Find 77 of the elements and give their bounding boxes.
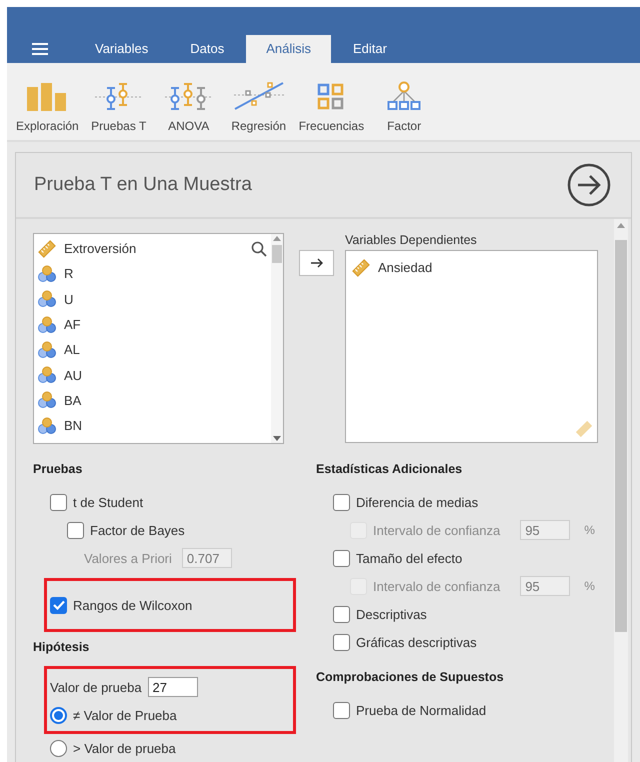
checkbox-label: Descriptivas — [356, 606, 427, 622]
checkbox-label: Diferencia de medias — [356, 494, 478, 510]
nominal-variable-icon — [38, 316, 56, 334]
variable-item[interactable]: AL — [64, 342, 80, 358]
menu-tab[interactable]: Datos — [170, 34, 244, 63]
scrollbar[interactable] — [271, 234, 283, 443]
section-heading: Comprobaciones de Supuestos — [316, 670, 505, 686]
checkbox[interactable] — [50, 596, 67, 614]
checkbox-label: Intervalo de confianza — [373, 578, 500, 594]
checkbox-label: Rangos de Wilcoxon — [73, 598, 192, 612]
checkbox-label: Intervalo de confianza — [373, 522, 500, 538]
checkbox-label: Gráficas descriptivas — [356, 634, 477, 650]
checkbox-label: Tamaño del efecto — [356, 550, 462, 566]
dependent-variables-list[interactable]: Ansiedad — [345, 250, 598, 443]
scatter-line-icon — [234, 80, 284, 111]
nominal-variable-icon — [38, 366, 56, 384]
variable-item[interactable]: AF — [64, 317, 81, 332]
input-field[interactable]: 27 — [148, 677, 198, 697]
nominal-variable-icon — [38, 264, 56, 283]
scroll-up-icon[interactable] — [273, 236, 281, 241]
section-heading: Estadísticas Adicionales — [316, 462, 464, 478]
variable-item[interactable]: Extroversión — [64, 241, 136, 256]
search-icon[interactable] — [251, 240, 267, 257]
nominal-variable-icon — [38, 391, 56, 410]
radio-label: > Valor de prueba — [73, 740, 176, 756]
unit-label: % — [584, 523, 595, 537]
variable-item[interactable]: U — [64, 292, 74, 307]
checkbox[interactable] — [333, 550, 350, 566]
variable-item[interactable]: R — [64, 266, 74, 282]
scroll-down-icon[interactable] — [273, 436, 281, 441]
toolbar-button[interactable]: Regresión — [224, 70, 294, 133]
radio-label: ≠ Valor de Prueba — [73, 708, 177, 722]
move-right-button[interactable] — [299, 250, 334, 276]
error-bar-icon — [164, 82, 213, 111]
grid-icon — [316, 82, 346, 111]
variable-item[interactable]: AU — [64, 368, 82, 383]
variable-item[interactable]: Ansiedad — [378, 260, 432, 276]
checkbox[interactable] — [333, 702, 350, 718]
scrollbar-thumb[interactable] — [272, 245, 282, 263]
bar-chart-icon — [26, 80, 68, 111]
scroll-up-icon[interactable] — [617, 223, 625, 228]
toolbar-button[interactable]: Pruebas T — [84, 70, 154, 133]
variable-item[interactable]: BA — [64, 392, 82, 408]
checkbox[interactable] — [333, 606, 350, 622]
radio-button[interactable] — [50, 740, 67, 756]
radio-button[interactable] — [50, 706, 67, 724]
arrow-circle-icon[interactable] — [567, 163, 611, 207]
menu-tab[interactable]: Variables — [75, 34, 168, 63]
scrollbar[interactable] — [614, 219, 628, 762]
arrow-right-icon — [310, 258, 322, 268]
checkbox[interactable] — [333, 634, 350, 650]
checkbox[interactable] — [67, 522, 84, 538]
checkbox[interactable] — [333, 494, 350, 510]
section-heading: Hipótesis — [33, 640, 90, 656]
checkbox-label: Prueba de Normalidad — [356, 702, 486, 718]
unit-label: % — [584, 579, 595, 593]
variable-item[interactable]: BN — [64, 418, 82, 434]
hierarchy-icon — [387, 80, 422, 111]
toolbar-button[interactable]: Factor — [369, 70, 440, 133]
nominal-variable-icon — [38, 416, 56, 435]
scrollbar-thumb[interactable] — [615, 240, 627, 632]
error-bar-icon — [94, 82, 143, 111]
field-label: Valores a Priori — [84, 550, 172, 566]
section-heading: Pruebas — [33, 462, 84, 478]
toolbar-button[interactable]: Frecuencias — [294, 70, 370, 133]
checkbox[interactable] — [50, 494, 67, 510]
menu-tab[interactable]: Editar — [333, 34, 407, 63]
field-label: Valor de prueba — [50, 680, 142, 694]
list-label: Variables Dependientes — [345, 233, 478, 249]
menu-tab[interactable]: Análisis — [246, 34, 331, 63]
checkbox-label: t de Student — [73, 494, 144, 510]
toolbar-button[interactable]: ANOVA — [154, 70, 224, 133]
checkbox-label: Factor de Bayes — [90, 522, 185, 538]
panel-title: Prueba T en Una Muestra — [34, 174, 252, 196]
toolbar-button[interactable]: Exploración — [11, 70, 84, 133]
nominal-variable-icon — [38, 340, 56, 359]
nominal-variable-icon — [38, 290, 56, 308]
